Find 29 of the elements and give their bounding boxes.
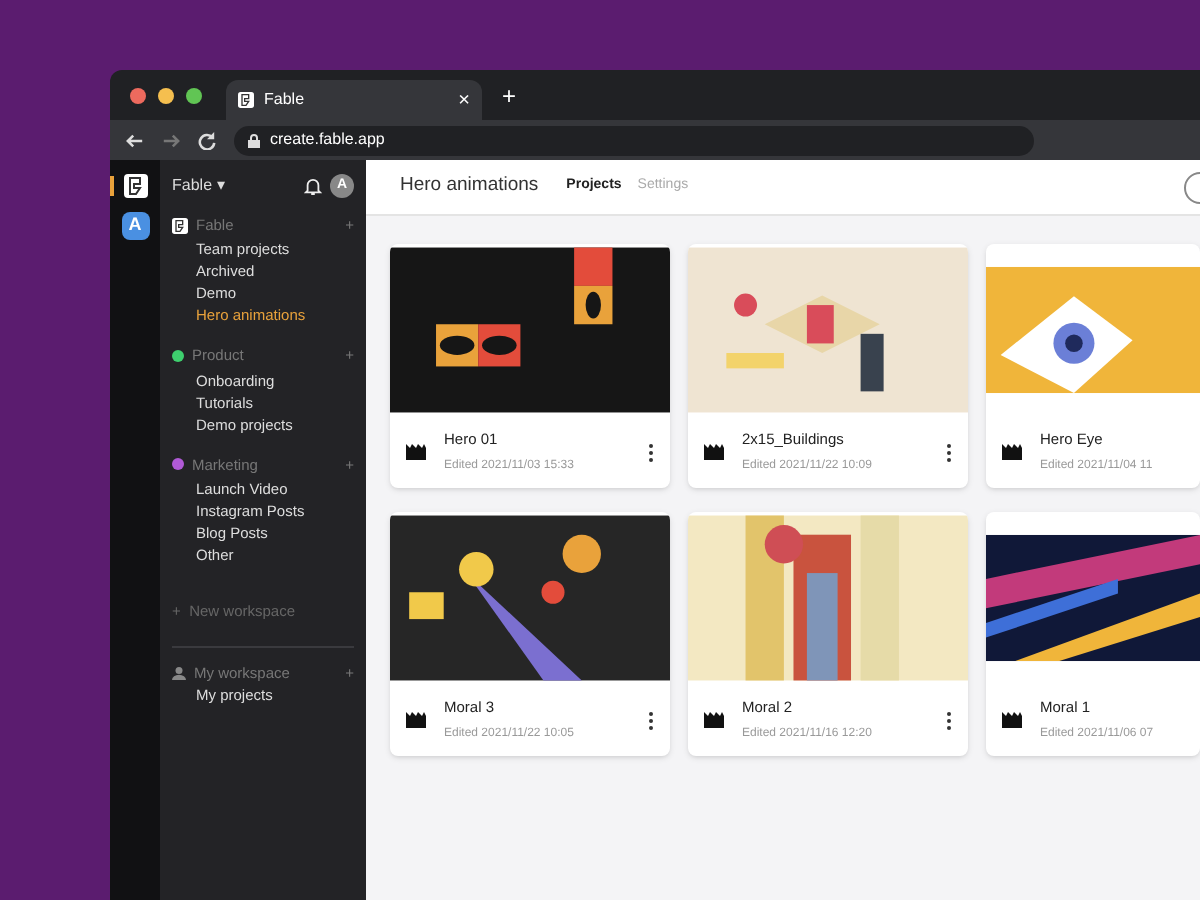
- logo-icon: [123, 174, 147, 198]
- forward-arrow-icon[interactable]: [162, 131, 180, 149]
- more-options-icon[interactable]: [648, 443, 654, 461]
- page-title: Hero animations: [400, 172, 539, 201]
- address-bar[interactable]: create.fable.app: [234, 125, 1034, 155]
- more-options-icon[interactable]: [946, 711, 952, 729]
- clapperboard-icon: [406, 712, 426, 728]
- more-options-icon[interactable]: [648, 711, 654, 729]
- logo-icon: [238, 92, 254, 108]
- clapperboard-icon: [704, 712, 724, 728]
- new-tab-button[interactable]: +: [502, 77, 517, 113]
- reload-icon[interactable]: [198, 131, 216, 149]
- clapperboard-icon: [406, 444, 426, 460]
- clapperboard-icon: [704, 444, 724, 460]
- lock-icon: [248, 133, 260, 147]
- workspace-switcher[interactable]: Fable ▾: [172, 174, 304, 198]
- close-window-icon[interactable]: [130, 87, 146, 103]
- back-arrow-icon[interactable]: [126, 131, 144, 149]
- minimize-window-icon[interactable]: [158, 87, 174, 103]
- logo-icon: [172, 217, 188, 234]
- maximize-window-icon[interactable]: [186, 87, 202, 103]
- tab-close-button[interactable]: ×: [458, 85, 470, 115]
- more-options-icon[interactable]: [946, 443, 952, 461]
- clapperboard-icon: [1002, 712, 1022, 728]
- clapperboard-icon: [1002, 444, 1022, 460]
- person-icon: [172, 666, 186, 681]
- workspace-logo[interactable]: [121, 172, 149, 200]
- browser-tab[interactable]: Fable ×: [226, 80, 482, 120]
- bell-icon[interactable]: [304, 177, 322, 195]
